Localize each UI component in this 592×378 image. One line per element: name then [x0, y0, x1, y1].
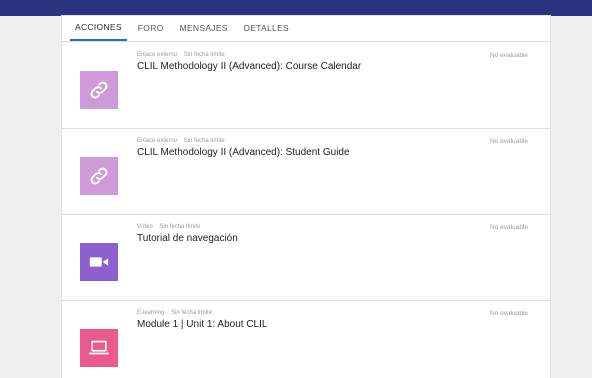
tab-foro[interactable]: FORO: [133, 21, 169, 41]
tab-mensajes[interactable]: MENSAJES: [175, 21, 233, 41]
video-camera-icon: [80, 243, 118, 281]
laptop-icon: [80, 329, 118, 367]
link-icon: [80, 157, 118, 195]
activity-item[interactable]: Enlace externo Sin fecha límite CLIL Met…: [62, 129, 550, 215]
item-grade: No evaluable: [490, 52, 528, 59]
item-title[interactable]: Module 1 | Unit 1: About CLIL: [137, 319, 267, 330]
item-meta: Vídeo Sin fecha límite: [137, 224, 200, 230]
item-deadline: Sin fecha límite: [159, 224, 201, 230]
item-type: Vídeo: [137, 224, 153, 230]
activity-item[interactable]: E-learning Sin fecha límite Module 1 | U…: [62, 301, 550, 378]
tab-detalles[interactable]: DETALLES: [239, 21, 294, 41]
top-navigation-bar: [0, 0, 592, 16]
item-deadline: Sin fecha límite: [183, 138, 225, 144]
item-deadline: Sin fecha límite: [183, 52, 225, 58]
course-content-panel: ACCIONES FORO MENSAJES DETALLES Enlace e…: [62, 16, 550, 378]
item-grade: No evaluable: [490, 224, 528, 231]
item-type: Enlace externo: [137, 138, 178, 144]
item-type: E-learning: [137, 310, 165, 316]
item-meta: Enlace externo Sin fecha límite: [137, 138, 225, 144]
item-title[interactable]: Tutorial de navegación: [137, 233, 238, 244]
tab-acciones[interactable]: ACCIONES: [70, 21, 127, 41]
link-icon: [80, 71, 118, 109]
item-meta: E-learning Sin fecha límite: [137, 310, 212, 316]
item-meta: Enlace externo Sin fecha límite: [137, 52, 225, 58]
item-deadline: Sin fecha límite: [171, 310, 213, 316]
item-title[interactable]: CLIL Methodology II (Advanced): Course C…: [137, 61, 361, 72]
item-title[interactable]: CLIL Methodology II (Advanced): Student …: [137, 147, 350, 158]
item-grade: No evaluable: [490, 310, 528, 317]
item-type: Enlace externo: [137, 52, 178, 58]
item-grade: No evaluable: [490, 138, 528, 145]
tab-bar: ACCIONES FORO MENSAJES DETALLES: [62, 16, 550, 42]
activity-item[interactable]: Vídeo Sin fecha límite Tutorial de naveg…: [62, 215, 550, 301]
activity-item[interactable]: Enlace externo Sin fecha límite CLIL Met…: [62, 43, 550, 129]
